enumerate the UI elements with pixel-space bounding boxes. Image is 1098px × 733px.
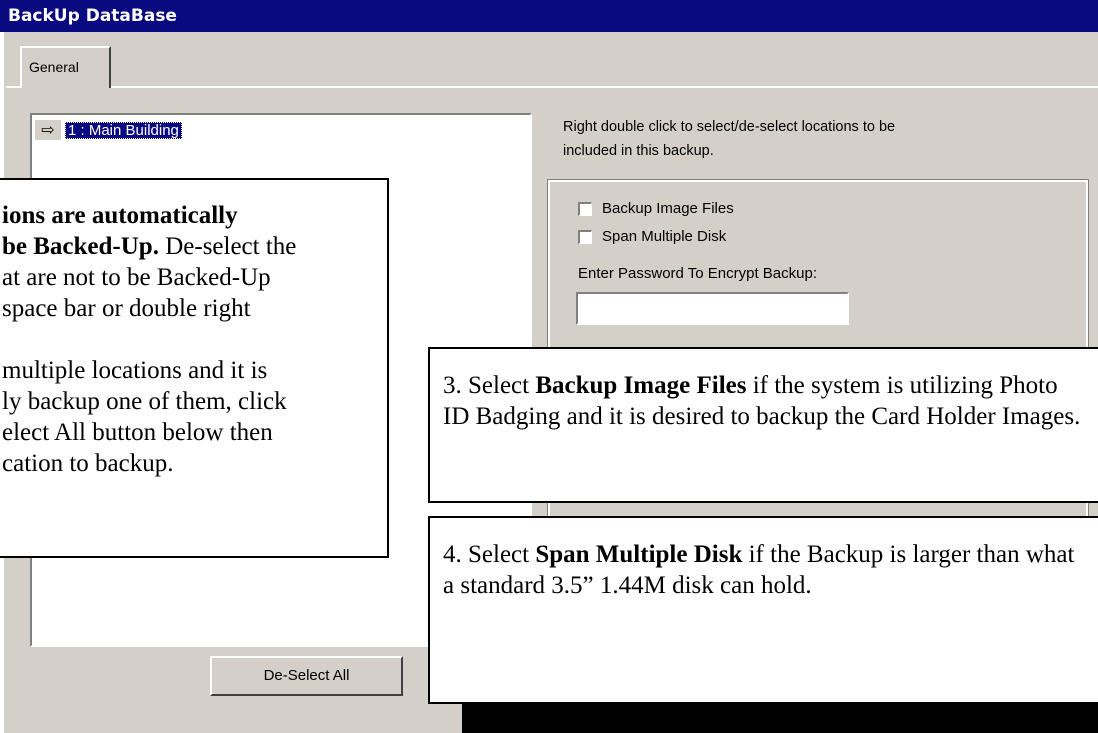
- password-field[interactable]: [576, 292, 849, 325]
- password-label: Enter Password To Encrypt Backup:: [578, 265, 818, 282]
- callout-left-line5: multiple locations and it is: [2, 357, 268, 384]
- step4-prefix: 4. Select: [443, 541, 536, 568]
- callout-left-line7: elect All button below then: [2, 419, 273, 446]
- span-multiple-disk-label: Span Multiple Disk: [602, 228, 727, 245]
- callout-left-line6: ly backup one of them, click: [2, 388, 287, 415]
- callout-default-selection: ions are automatically be Backed-Up. De-…: [0, 178, 389, 558]
- span-multiple-disk-checkbox[interactable]: [578, 229, 592, 244]
- backup-image-files-label: Backup Image Files: [602, 200, 734, 217]
- callout-left-line1: ions are automatically: [2, 202, 238, 229]
- window-title: BackUp DataBase: [0, 0, 1098, 32]
- arrow-right-icon: ⇨: [35, 120, 61, 140]
- deselect-all-button[interactable]: De-Select All: [210, 656, 403, 696]
- list-item-label: 1 : Main Building: [65, 121, 182, 139]
- span-multiple-disk-option[interactable]: Span Multiple Disk: [578, 228, 726, 245]
- backup-image-files-checkbox[interactable]: [578, 201, 592, 216]
- callout-left-line4: space bar or double right: [2, 295, 251, 322]
- selection-hint: Right double click to select/de-select l…: [563, 119, 896, 159]
- callout-left-line2-rest: De-select the: [158, 233, 297, 260]
- tab-divider: [6, 86, 1098, 88]
- callout-left-line3: at are not to be Backed-Up: [2, 264, 271, 291]
- list-item[interactable]: ⇨ 1 : Main Building: [35, 119, 182, 141]
- step3-prefix: 3. Select: [443, 372, 536, 399]
- step3-bold: Backup Image Files: [535, 372, 747, 399]
- callout-step-3: 3. Select Backup Image Files if the syst…: [428, 347, 1098, 503]
- callout-left-line2-bold: be Backed-Up.: [2, 233, 159, 260]
- backup-image-files-option[interactable]: Backup Image Files: [578, 200, 734, 217]
- tab-general[interactable]: General: [20, 46, 111, 88]
- bottom-shadow-strip: [462, 703, 1098, 733]
- step4-bold: Span Multiple Disk: [535, 541, 743, 568]
- callout-step-4: 4. Select Span Multiple Disk if the Back…: [428, 516, 1098, 704]
- callout-left-line8: cation to backup.: [2, 450, 174, 477]
